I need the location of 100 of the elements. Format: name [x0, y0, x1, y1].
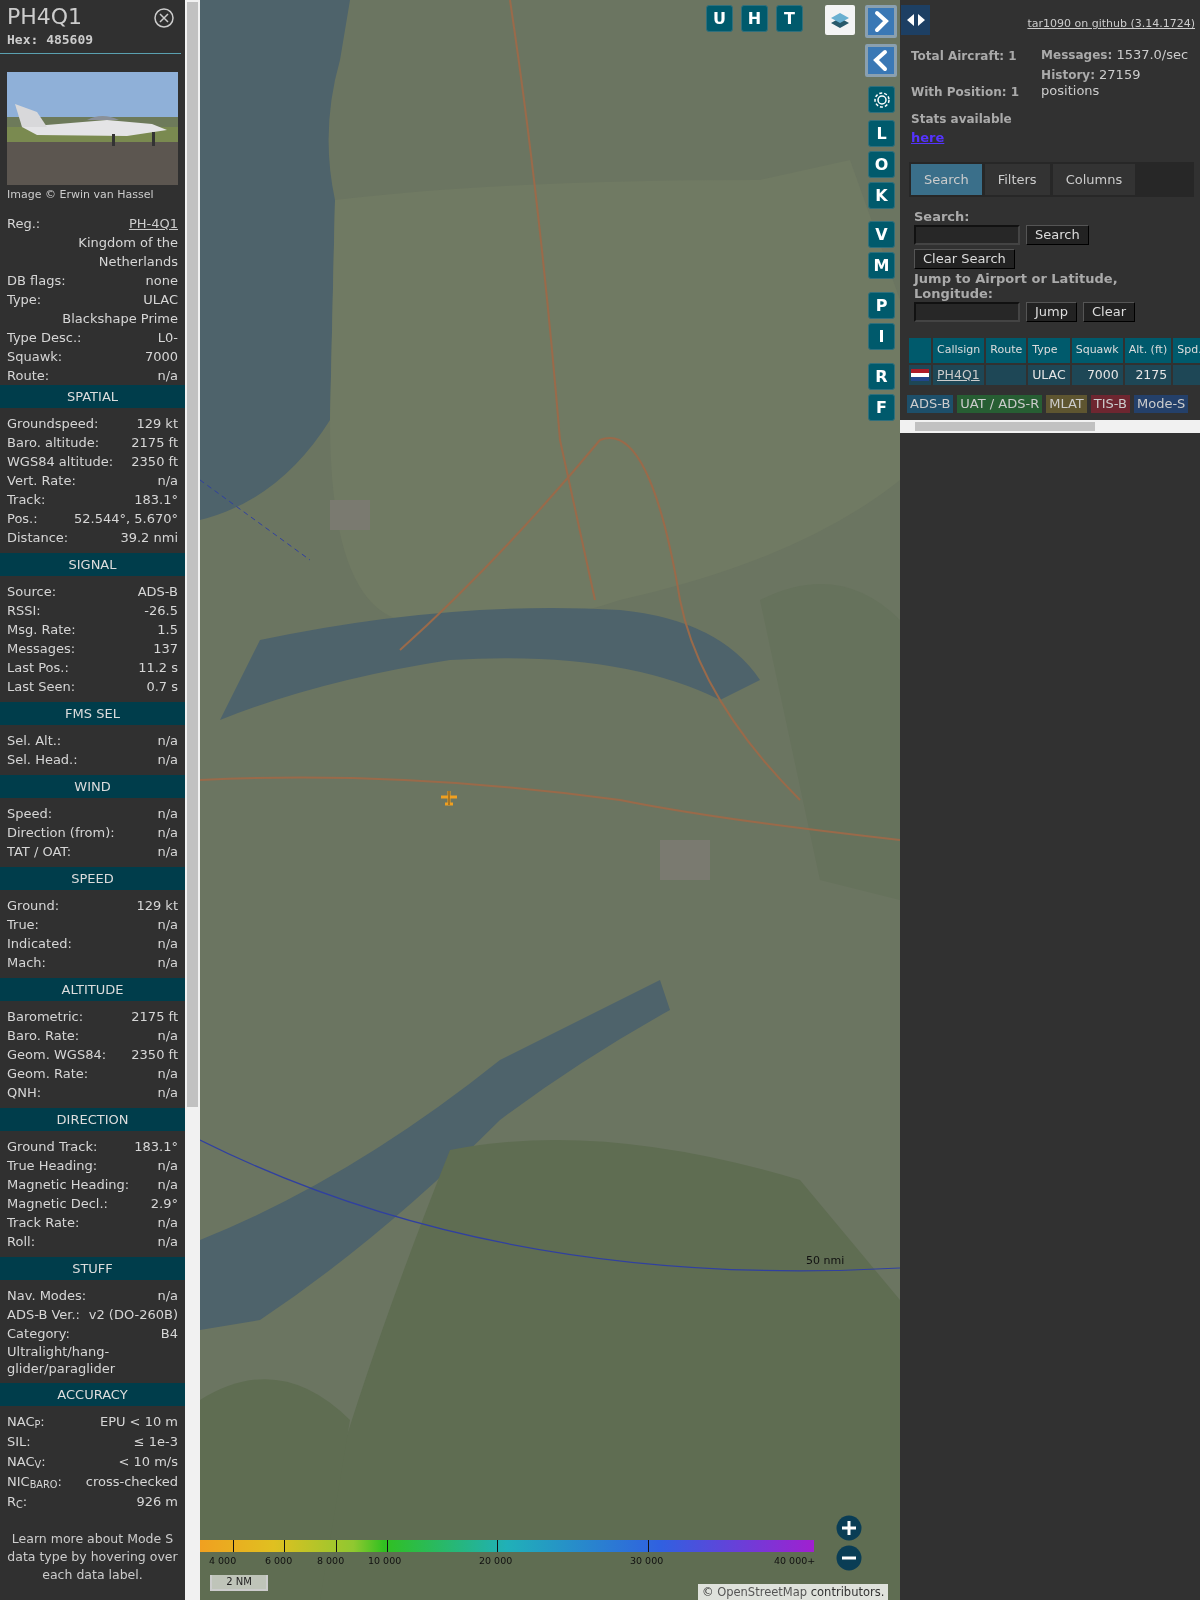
stat-text: With Position: 1 — [911, 84, 1021, 101]
table-cell: 2175 — [1124, 364, 1172, 386]
info-label: Type Desc.: — [7, 328, 82, 347]
info-value: n/a — [157, 731, 178, 750]
table-header[interactable]: Spd. — [1173, 338, 1200, 363]
zoom-out-button[interactable] — [836, 1545, 862, 1571]
info-value: 11.2 s — [138, 658, 178, 677]
scrollbar-thumb[interactable] — [915, 422, 1095, 432]
section-heading: SPEED — [0, 866, 185, 890]
info-label: Indicated: — [7, 934, 72, 953]
attribution-text: © OpenStreetMap contributors. — [698, 1584, 889, 1600]
map-toggle-button[interactable]: P — [868, 292, 895, 319]
section-heading: ALTITUDE — [0, 977, 185, 1001]
table-cell: 7000 — [1071, 364, 1123, 386]
collapse-arrow-button[interactable] — [865, 44, 897, 77]
info-label: Ground Track: — [7, 1137, 98, 1156]
info-value: 129 kt — [136, 896, 178, 915]
map-toggle-button[interactable]: U — [706, 5, 733, 32]
info-label: Category: — [7, 1324, 70, 1343]
map-toggle-button[interactable]: F — [868, 394, 895, 421]
map-toggle-button[interactable]: I — [868, 323, 895, 350]
scale-bar: 2 NM — [210, 1575, 268, 1591]
info-value: 2175 ft — [131, 1007, 178, 1026]
map-toggle-button[interactable]: L — [868, 120, 895, 147]
info-label: Last Pos.: — [7, 658, 69, 677]
tab[interactable]: Columns — [1052, 163, 1136, 195]
github-link[interactable]: tar1090 on github (3.14.1724) — [1027, 16, 1195, 33]
info-label: Roll: — [7, 1232, 35, 1251]
legend-label: 10 000 — [368, 1554, 402, 1568]
layers-button[interactable] — [825, 5, 855, 35]
panel-toggle-button[interactable] — [901, 5, 930, 35]
info-label: Track Rate: — [7, 1213, 80, 1232]
info-label: RSSI: — [7, 601, 41, 620]
action-button[interactable]: Jump — [1026, 302, 1077, 322]
info-value: none — [145, 271, 178, 290]
table-header[interactable]: Squawk — [1071, 338, 1123, 363]
info-value: 7000 — [144, 347, 178, 366]
action-button[interactable]: Search — [1026, 225, 1089, 245]
info-value: 1.5 — [157, 620, 178, 639]
info-label: Magnetic Heading: — [7, 1175, 130, 1194]
info-label: Vert. Rate: — [7, 471, 76, 490]
legend-label: 6 000 — [265, 1554, 293, 1568]
info-label: Track: — [7, 490, 46, 509]
expand-arrow-button[interactable] — [865, 5, 897, 38]
left-right-arrows-icon — [905, 11, 926, 29]
tab[interactable]: Search — [911, 163, 982, 195]
info-label: Sel. Head.: — [7, 750, 78, 769]
registration-link[interactable]: PH-4Q1 — [128, 213, 178, 233]
info-value: 2350 ft — [131, 1045, 178, 1064]
table-header[interactable]: Route — [986, 338, 1027, 363]
info-value: 2.9° — [150, 1194, 178, 1213]
source-tag: Mode-S — [1133, 395, 1189, 414]
info-label: SIL: — [7, 1432, 31, 1451]
close-icon[interactable] — [154, 8, 174, 28]
map-toggle-button[interactable]: K — [868, 182, 895, 209]
info-value: ADS-B — [137, 582, 178, 601]
info-label: Distance: — [7, 528, 69, 547]
hex-code: Hex: 485609 — [7, 31, 94, 49]
source-tag: MLAT — [1046, 395, 1087, 414]
tab[interactable]: Filters — [984, 163, 1050, 195]
table-header — [909, 338, 931, 363]
table-cell: ULAC — [1028, 364, 1070, 386]
info-label: Baro. Rate: — [7, 1026, 80, 1045]
map-toggle-button[interactable]: V — [868, 221, 895, 248]
table-header[interactable]: Type — [1028, 338, 1070, 363]
attribution-link[interactable]: OpenStreetMap — [717, 1585, 808, 1599]
legend-label: 40 000+ — [774, 1554, 816, 1568]
action-button[interactable]: Clear — [1083, 302, 1135, 322]
info-value: 129 kt — [136, 414, 178, 433]
info-value: n/a — [157, 1175, 178, 1194]
info-value: 137 — [153, 639, 178, 658]
info-value: Ultralight/hang-glider/paraglider — [6, 1342, 117, 1377]
info-value: cross-checked — [85, 1472, 178, 1491]
scrollbar-thumb[interactable] — [187, 2, 198, 1107]
map-toggle-button[interactable]: M — [868, 252, 895, 279]
table-header[interactable]: Alt. (ft) — [1124, 338, 1172, 363]
zoom-in-button[interactable] — [836, 1515, 862, 1541]
map-toggle-button[interactable]: H — [741, 5, 768, 32]
map-toggle-button[interactable]: T — [776, 5, 803, 32]
input-field[interactable] — [914, 302, 1020, 322]
info-value: v2 (DO-260B) — [88, 1305, 178, 1324]
legend-label: 30 000 — [630, 1554, 664, 1568]
source-tag: TIS-B — [1090, 395, 1130, 414]
input-field[interactable] — [914, 225, 1020, 245]
info-label: Reg.: — [7, 214, 41, 233]
info-label: R$_{C}$: — [7, 1492, 28, 1512]
aircraft-callsign: PH4Q1 — [7, 4, 84, 30]
section-heading: DIRECTION — [0, 1107, 185, 1131]
action-button[interactable]: Clear Search — [914, 249, 1015, 269]
info-value: n/a — [157, 1083, 178, 1102]
legend-label: 20 000 — [479, 1554, 513, 1568]
info-value: Blackshape Prime — [61, 309, 179, 328]
image-credit: Image © Erwin van Hassel — [7, 187, 155, 203]
info-value: n/a — [157, 915, 178, 934]
settings-button[interactable] — [868, 86, 895, 113]
source-tag: ADS-B — [907, 395, 954, 414]
map-toggle-button[interactable]: O — [868, 151, 895, 178]
info-label: Barometric: — [7, 1007, 84, 1026]
table-header[interactable]: Callsign — [933, 338, 985, 363]
map-toggle-button[interactable]: R — [868, 363, 895, 390]
